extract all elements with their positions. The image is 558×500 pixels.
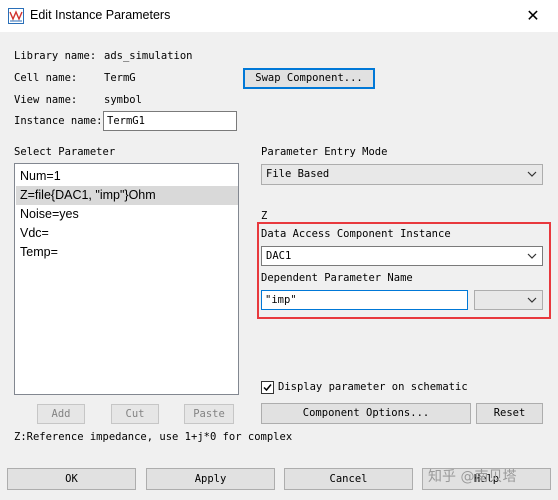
entry-mode-dropdown[interactable]: File Based [261,164,543,185]
component-options-button[interactable]: Component Options... [261,403,471,424]
paste-button[interactable]: Paste [184,404,234,424]
list-item[interactable]: Vdc= [16,224,238,243]
close-icon[interactable]: ✕ [518,4,548,28]
dac-instance-label: Data Access Component Instance [261,228,451,240]
cell-name-value: TermG [104,72,136,84]
cut-button[interactable]: Cut [111,404,159,424]
parameter-name-label: Z [261,210,268,222]
chevron-down-icon [527,297,537,303]
add-button[interactable]: Add [37,404,85,424]
apply-button[interactable]: Apply [146,468,275,490]
dependent-parameter-label: Dependent Parameter Name [261,272,413,284]
entry-mode-value: File Based [266,168,330,180]
cell-name-label: Cell name: [14,72,78,84]
dependent-parameter-dropdown[interactable] [474,290,543,310]
ok-button[interactable]: OK [7,468,136,490]
library-name-label: Library name: [14,50,97,62]
checkmark-icon [263,384,272,392]
library-name-value: ads_simulation [104,50,193,62]
entry-mode-heading: Parameter Entry Mode [261,146,388,158]
view-name-label: View name: [14,94,78,106]
reset-button[interactable]: Reset [476,403,543,424]
view-name-value: symbol [104,94,142,106]
parameter-list[interactable]: Num=1 Z=file{DAC1, "imp"}Ohm Noise=yes V… [14,163,239,395]
chevron-down-icon [527,253,537,259]
window-title: Edit Instance Parameters [30,8,171,22]
swap-component-button[interactable]: Swap Component... [243,68,375,89]
list-item[interactable]: Z=file{DAC1, "imp"}Ohm [16,186,238,205]
dependent-parameter-field[interactable]: "imp" [261,290,468,310]
instance-name-field[interactable]: TermG1 [103,111,237,131]
ads-app-icon [8,8,24,24]
list-item[interactable]: Num=1 [16,167,238,186]
chevron-down-icon [527,171,537,177]
dac-instance-value: DAC1 [266,250,292,262]
instance-name-label: Instance name: [14,115,103,127]
watermark: 知乎 @南贝塔 [428,469,517,485]
list-item[interactable]: Noise=yes [16,205,238,224]
dac-instance-dropdown[interactable]: DAC1 [261,246,543,266]
list-item[interactable]: Temp= [16,243,238,262]
cancel-button[interactable]: Cancel [284,468,413,490]
display-parameter-checkbox[interactable] [261,381,274,394]
display-parameter-label: Display parameter on schematic [278,381,468,393]
parameter-description: Z:Reference impedance, use 1+j*0 for com… [14,431,293,443]
select-parameter-heading: Select Parameter [14,146,116,158]
